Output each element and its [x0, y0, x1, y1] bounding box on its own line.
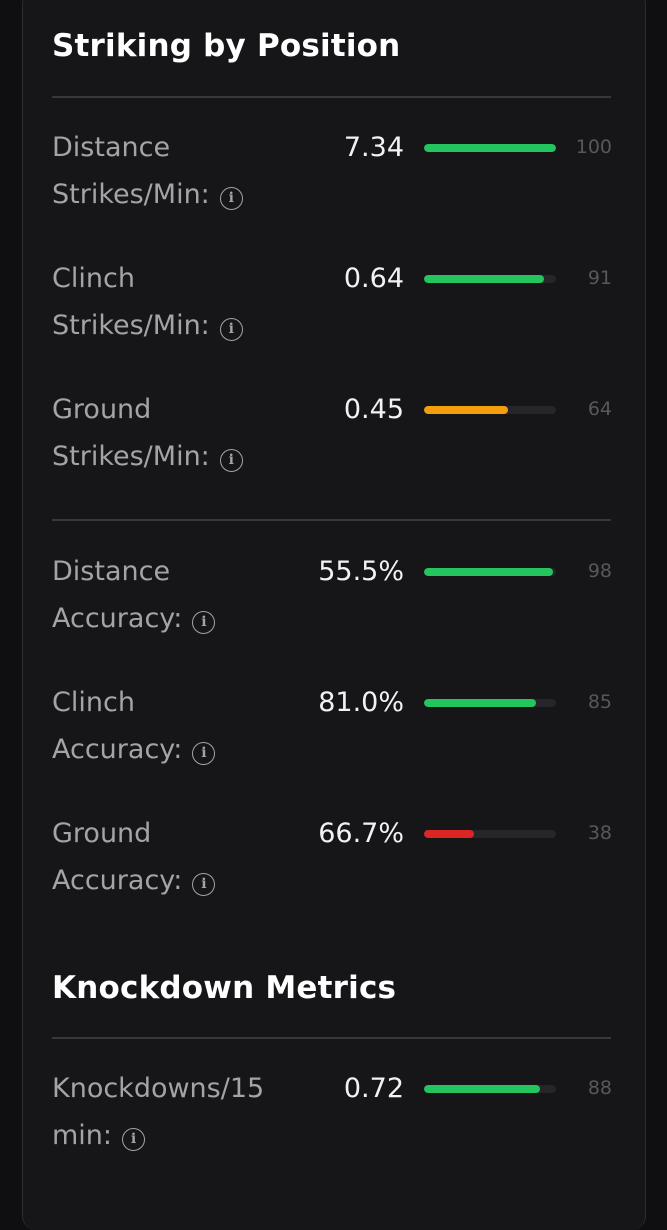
- info-icon[interactable]: i: [192, 741, 216, 765]
- stat-row-ground-accuracy: Ground Accuracy: i 66.7% 38: [52, 810, 612, 900]
- stat-label-line: min:: [52, 1120, 113, 1151]
- stat-label-line: Accuracy:: [52, 734, 183, 765]
- percentile-bar-fill: [424, 1085, 541, 1093]
- info-icon[interactable]: i: [192, 872, 216, 896]
- stat-value: 7.34: [343, 132, 404, 163]
- percentile-value: 38: [587, 822, 612, 844]
- info-icon[interactable]: i: [122, 1127, 146, 1151]
- stat-label-line: Strikes/Min:: [52, 441, 210, 472]
- percentile-value: 64: [587, 398, 612, 420]
- group-divider: [52, 519, 611, 521]
- percentile-value: 91: [587, 267, 612, 289]
- info-icon[interactable]: i: [219, 186, 243, 210]
- stat-label-line: Accuracy:: [52, 603, 183, 634]
- info-icon[interactable]: i: [192, 610, 216, 634]
- stat-row-distance-accuracy: Distance Accuracy: i 55.5% 98: [52, 548, 612, 638]
- percentile-bar: [424, 275, 556, 283]
- stat-value: 81.0%: [318, 687, 404, 718]
- percentile-bar: [424, 568, 556, 576]
- stat-row-distance-strikes: Distance Strikes/Min: i 7.34 100: [52, 124, 612, 214]
- stat-row-clinch-strikes: Clinch Strikes/Min: i 0.64 91: [52, 255, 612, 345]
- percentile-bar: [424, 699, 556, 707]
- info-icon[interactable]: i: [219, 317, 243, 341]
- striking-by-position-title: Striking by Position: [52, 28, 401, 64]
- percentile-value: 88: [587, 1077, 612, 1099]
- section-divider: [52, 96, 611, 98]
- stat-value: 66.7%: [318, 818, 404, 849]
- percentile-bar: [424, 1085, 556, 1093]
- stat-value: 0.45: [343, 394, 404, 425]
- section-divider: [52, 1037, 611, 1039]
- stat-value: 55.5%: [318, 556, 404, 587]
- stat-label-line: Accuracy:: [52, 865, 183, 896]
- stat-row-knockdowns: Knockdowns/15 min: i 0.72 88: [52, 1065, 612, 1155]
- percentile-value: 100: [575, 136, 612, 158]
- percentile-bar-fill: [424, 568, 554, 576]
- stat-label-line: Strikes/Min:: [52, 310, 210, 341]
- stat-row-ground-strikes: Ground Strikes/Min: i 0.45 64: [52, 386, 612, 476]
- percentile-bar-fill: [424, 830, 475, 838]
- percentile-bar: [424, 830, 556, 838]
- stat-row-clinch-accuracy: Clinch Accuracy: i 81.0% 85: [52, 679, 612, 769]
- percentile-bar-fill: [424, 275, 545, 283]
- percentile-bar-fill: [424, 406, 509, 414]
- stat-value: 0.64: [343, 263, 404, 294]
- percentile-bar: [424, 406, 556, 414]
- knockdown-metrics-title: Knockdown Metrics: [52, 970, 397, 1006]
- percentile-value: 98: [587, 560, 612, 582]
- percentile-bar-fill: [424, 144, 556, 152]
- percentile-value: 85: [587, 691, 612, 713]
- percentile-bar-fill: [424, 699, 537, 707]
- info-icon[interactable]: i: [219, 448, 243, 472]
- percentile-bar: [424, 144, 556, 152]
- stat-value: 0.72: [343, 1073, 404, 1104]
- stat-label-line: Strikes/Min:: [52, 179, 210, 210]
